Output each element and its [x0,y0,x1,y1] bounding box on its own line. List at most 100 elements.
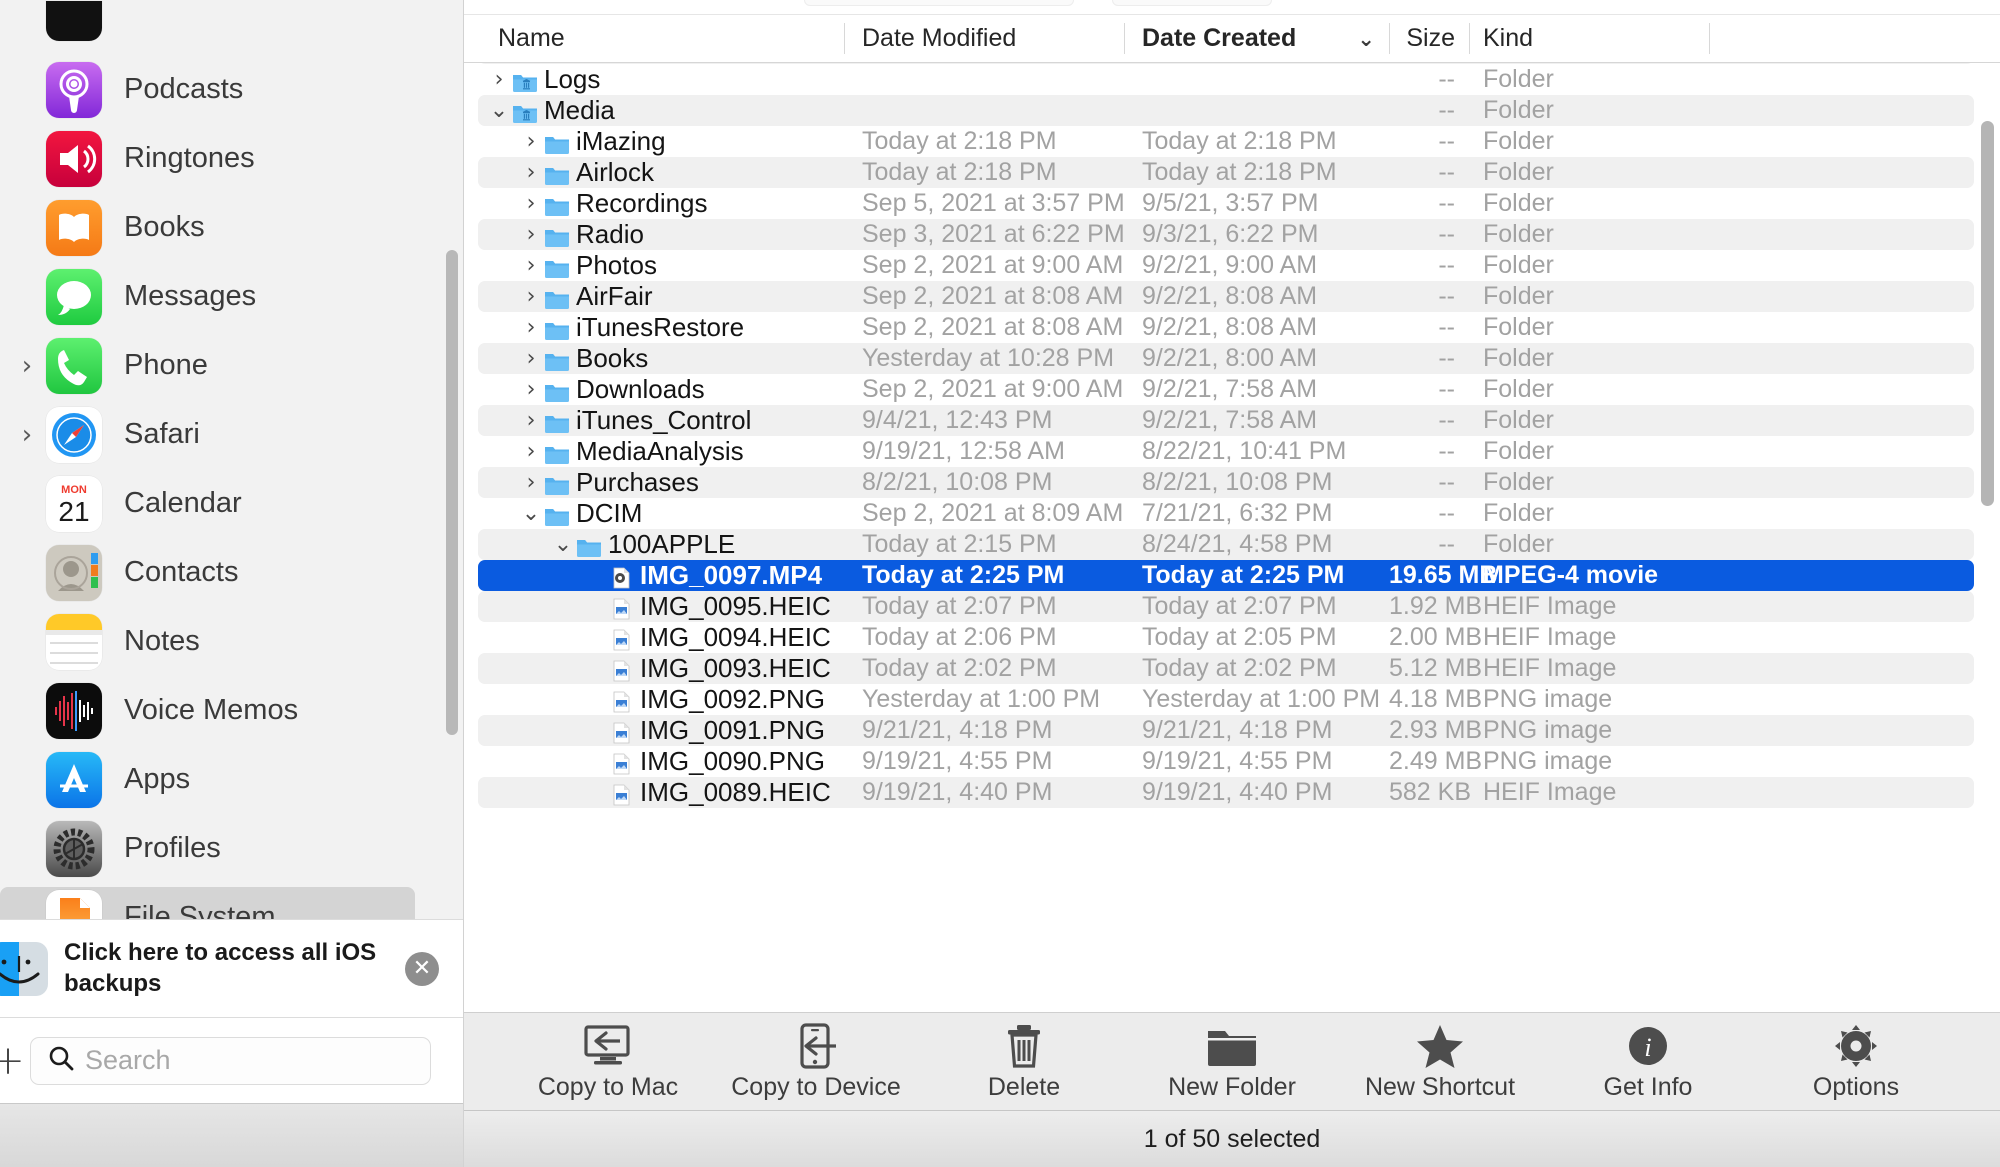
get-info-button[interactable]: i Get Info [1572,1021,1724,1102]
sidebar-item-phone[interactable]: › Phone [0,331,463,400]
toolbar-button-label: New Shortcut [1364,1073,1516,1101]
sidebar-item-profiles[interactable]: Profiles [0,814,463,883]
chevron-right-icon[interactable]: › [8,422,46,448]
table-row[interactable]: › Books Yesterday at 10:28 PM 9/2/21, 8:00 … [464,343,2000,374]
table-row[interactable]: ⌄ 100APPLE Today at 2:15 PM 8/24/21, 4:58 P… [464,529,2000,560]
cell-date-modified: Sep 3, 2021 at 6:22 PM [862,220,1125,248]
chevron-right-icon[interactable]: › [518,222,544,247]
ios-backups-notice[interactable]: Click here to access all iOS backups ✕ [0,919,463,1017]
table-row[interactable]: IMG_0091.PNG 9/21/21, 4:18 PM 9/21/21, 4:1… [464,715,2000,746]
cell-name: IMG_0091.PNG [464,715,844,746]
cell-name: › Photos [464,250,844,281]
sidebar-item-notes[interactable]: Notes [0,607,463,676]
new-folder-button[interactable]: New Folder [1156,1021,1308,1102]
table-row[interactable]: › Photos Sep 2, 2021 at 9:00 AM 9/2/21, 9:0… [464,250,2000,281]
sidebar-scroll-area[interactable]: Podcasts Ringtones Books Messages › Phone › Saf… [0,0,463,919]
table-row[interactable]: ⌄ DCIM Sep 2, 2021 at 8:09 AM 7/21/21, 6:32… [464,498,2000,529]
notes-icon [46,613,102,670]
cell-kind: Folder [1483,468,1554,496]
sidebar-item-partial[interactable] [0,0,463,55]
table-row[interactable]: IMG_0093.HEIC Today at 2:02 PM Today at 2:… [464,653,2000,684]
image-file-icon [608,782,634,805]
cell-size: -- [1438,344,1455,372]
file-list-scrollbar-thumb[interactable] [1981,121,1994,506]
column-header-name[interactable]: Name [464,15,844,62]
column-headers: Name Date Modified Date Created ⌄ Size K… [464,15,2000,63]
folder-icon [544,317,570,340]
table-row[interactable]: IMG_0090.PNG 9/19/21, 4:55 PM 9/19/21, 4:5… [464,746,2000,777]
sidebar-item-ringtones[interactable]: Ringtones [0,124,463,193]
chevron-down-icon[interactable]: ⌄ [518,501,544,526]
column-header-date-created[interactable]: Date Created ⌄ [1124,15,1389,62]
table-row[interactable]: › Recordings Sep 5, 2021 at 3:57 PM 9/5/21,… [464,188,2000,219]
sidebar-item-podcasts[interactable]: Podcasts [0,55,463,124]
table-row[interactable]: › Radio Sep 3, 2021 at 6:22 PM 9/3/21, 6:22… [464,219,2000,250]
options-button[interactable]: Options [1780,1021,1932,1102]
sidebar-item-voice-memos[interactable]: Voice Memos [0,676,463,745]
sidebar-item-contacts[interactable]: Contacts [0,538,463,607]
chevron-right-icon[interactable]: › [518,284,544,309]
chevron-right-icon[interactable]: › [518,253,544,278]
column-header-kind[interactable]: Kind [1469,15,1709,62]
table-row[interactable]: › MediaAnalysis 9/19/21, 12:58 AM 8/22/21, … [464,436,2000,467]
cell-date-modified: Today at 2:06 PM [862,623,1057,651]
chevron-down-icon[interactable]: ⌄ [486,98,512,123]
imazing-window: Podcasts Ringtones Books Messages › Phone › Saf… [0,0,2000,1167]
sidebar-item-safari[interactable]: › Safari [0,400,463,469]
chevron-right-icon[interactable]: › [518,129,544,154]
table-row[interactable]: › Purchases 8/2/21, 10:08 PM 8/2/21, 10:08 … [464,467,2000,498]
copy-to-device-button[interactable]: Copy to Device [731,1021,901,1102]
sidebar-item-file-system[interactable]: File System [0,883,463,919]
chevron-right-icon[interactable]: › [518,315,544,340]
new-shortcut-button[interactable]: New Shortcut [1364,1021,1516,1102]
sidebar-item-apps[interactable]: Apps [0,745,463,814]
cell-size: -- [1438,375,1455,403]
chevron-right-icon[interactable]: › [486,67,512,92]
sidebar-item-calendar[interactable]: MON 21 Calendar [0,469,463,538]
chevron-right-icon[interactable]: › [8,353,46,379]
add-button[interactable]: + [0,1038,30,1084]
close-icon[interactable]: ✕ [405,951,439,986]
table-row[interactable]: › iTunesRestore Sep 2, 2021 at 8:08 AM 9/2/… [464,312,2000,343]
cell-name: › Downloads [464,374,844,405]
cell-date-created: 9/2/21, 9:00 AM [1142,251,1318,279]
column-header-date-modified[interactable]: Date Modified [844,15,1124,62]
table-row[interactable]: ⌄ Media -- Folder [464,95,2000,126]
delete-button[interactable]: Delete [948,1021,1100,1102]
chevron-right-icon[interactable]: › [518,439,544,464]
cell-date-created: 9/3/21, 6:22 PM [1142,220,1319,248]
table-row[interactable]: IMG_0092.PNG Yesterday at 1:00 PM Yesterda… [464,684,2000,715]
phone-icon [46,337,102,394]
cell-date-modified: Today at 2:15 PM [862,530,1057,558]
table-row[interactable]: › iMazing Today at 2:18 PM Today at 2:18 PM… [464,126,2000,157]
sidebar-item-messages[interactable]: Messages [0,262,463,331]
chevron-right-icon[interactable]: › [518,408,544,433]
chevron-down-icon[interactable]: ⌄ [550,532,576,557]
column-header-size[interactable]: Size [1389,15,1469,62]
table-row[interactable]: › AirFair Sep 2, 2021 at 8:08 AM 9/2/21, 8:… [464,281,2000,312]
table-row[interactable]: › iTunes_Control 9/4/21, 12:43 PM 9/2/21, 7… [464,405,2000,436]
info-icon: i [1623,1021,1673,1069]
table-row[interactable]: › Airlock Today at 2:18 PM Today at 2:18 PM… [464,157,2000,188]
table-row[interactable]: IMG_0094.HEIC Today at 2:06 PM Today at 2:… [464,622,2000,653]
star-icon [1414,1021,1466,1069]
sidebar-item-books[interactable]: Books [0,193,463,262]
search-input[interactable]: Search [30,1036,431,1085]
chevron-right-icon[interactable]: › [518,160,544,185]
table-row[interactable]: IMG_0089.HEIC 9/19/21, 4:40 PM 9/19/21, 4:… [464,777,2000,808]
file-list[interactable]: Documents›Logs--Folder⌄Media--Folder›iMa… [464,63,2000,1167]
copy-to-mac-button[interactable]: Copy to Mac [532,1021,684,1102]
cell-size: 2.93 MB [1389,716,1483,744]
cell-name: › Recordings [464,188,844,219]
chevron-right-icon[interactable]: › [518,470,544,495]
chevron-right-icon[interactable]: › [518,377,544,402]
chevron-right-icon[interactable]: › [518,191,544,216]
table-row[interactable]: IMG_0095.HEIC Today at 2:07 PM Today at 2:… [464,591,2000,622]
search-placeholder: Search [85,1045,171,1075]
chevron-right-icon[interactable]: › [518,346,544,371]
table-row[interactable]: › Downloads Sep 2, 2021 at 9:00 AM 9/2/21, … [464,374,2000,405]
sidebar-scrollbar-thumb[interactable] [446,250,458,735]
table-row[interactable]: › Logs -- Folder [464,64,2000,95]
table-row[interactable]: IMG_0097.MP4 Today at 2:25 PM Today at 2:2… [464,560,2000,591]
cell-date-modified: Sep 2, 2021 at 9:00 AM [862,251,1124,279]
